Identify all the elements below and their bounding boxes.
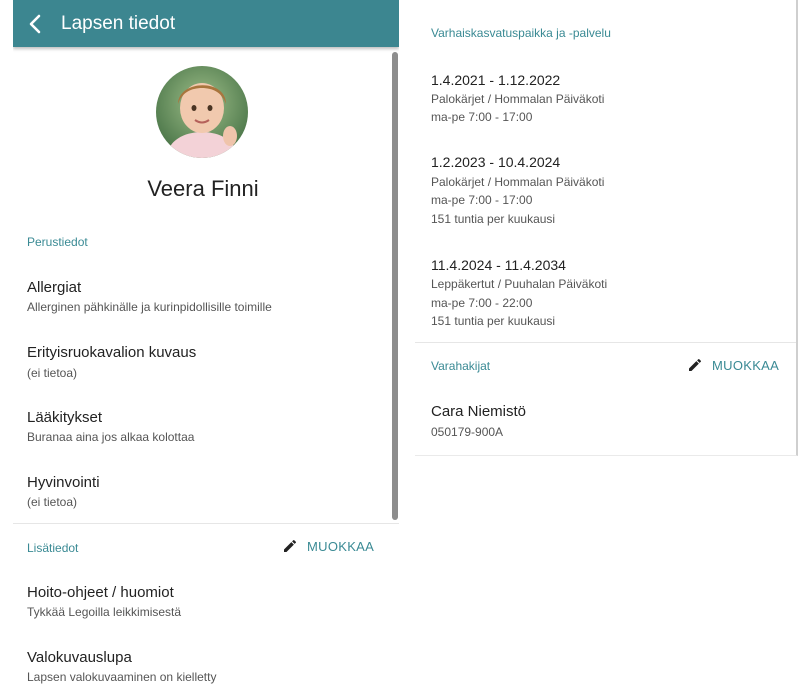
medication-title: Lääkitykset (27, 409, 103, 426)
page-title: Lapsen tiedot (61, 12, 176, 34)
allergies-title: Allergiat (27, 279, 82, 296)
period-dates: 1.2.2023 - 10.4.2024 (431, 154, 561, 170)
basic-info-label: Perustiedot (27, 235, 88, 249)
care-notes-value: Tykkää Legoilla leikkimisestä (27, 605, 182, 619)
period-group: Palokärjet / Hommalan Päiväkoti (431, 92, 605, 106)
pencil-icon (284, 539, 297, 552)
photo-permission-value: Lapsen valokuvaaminen on kielletty (27, 670, 217, 684)
period-hours: ma-pe 7:00 - 17:00 (431, 193, 533, 207)
special-diet-value: (ei tietoa) (27, 366, 78, 380)
placement-panel: Varhaiskasvatuspaikka ja -palvelu 1.4.20… (415, 0, 798, 456)
section-divider (415, 342, 796, 343)
scrollbar[interactable] (392, 52, 398, 520)
period-hours: ma-pe 7:00 - 22:00 (431, 296, 533, 310)
additional-info-label: Lisätiedot (27, 541, 79, 555)
pencil-icon (689, 358, 702, 371)
care-notes-title: Hoito-ohjeet / huomiot (27, 584, 174, 601)
guardian-name: Cara Niemistö (431, 403, 527, 420)
section-divider (13, 523, 399, 524)
guardian-id: 050179-900A (431, 425, 504, 439)
period-dates: 1.4.2021 - 1.12.2022 (431, 72, 561, 88)
period-dates: 11.4.2024 - 11.4.2034 (431, 257, 566, 273)
guardians-label: Varahakijat (431, 359, 491, 373)
wellbeing-title: Hyvinvointi (27, 474, 100, 491)
edit-guardians-button[interactable]: MUOKKAA (687, 357, 779, 373)
photo-permission-title: Valokuvauslupa (27, 649, 132, 666)
period-hours: ma-pe 7:00 - 17:00 (431, 110, 533, 124)
period-group: Leppäkertut / Puuhalan Päiväkoti (431, 277, 608, 291)
child-details-panel: Lapsen tiedot Veera Finni Perustiedot Al… (13, 0, 399, 692)
child-name: Veera Finni (147, 176, 259, 201)
period-monthly-hours: 151 tuntia per kuukausi (431, 314, 556, 328)
app-header: Lapsen tiedot (13, 0, 399, 47)
edit-additional-info-button[interactable]: MUOKKAA (282, 538, 374, 554)
placements-label: Varhaiskasvatuspaikka ja -palvelu (431, 26, 611, 40)
wellbeing-value: (ei tietoa) (27, 495, 78, 509)
special-diet-title: Erityisruokavalion kuvaus (27, 344, 197, 361)
period-monthly-hours: 151 tuntia per kuukausi (431, 212, 556, 226)
child-avatar (156, 66, 248, 158)
allergies-value: Allerginen pähkinälle ja kurinpidollisil… (27, 300, 272, 314)
edit-label: MUOKKAA (712, 357, 780, 373)
period-group: Palokärjet / Hommalan Päiväkoti (431, 175, 605, 189)
chevron-left-icon (29, 14, 41, 33)
medication-value: Buranaa aina jos alkaa kolottaa (27, 430, 195, 444)
edit-label: MUOKKAA (307, 538, 375, 554)
back-button[interactable] (13, 0, 57, 47)
